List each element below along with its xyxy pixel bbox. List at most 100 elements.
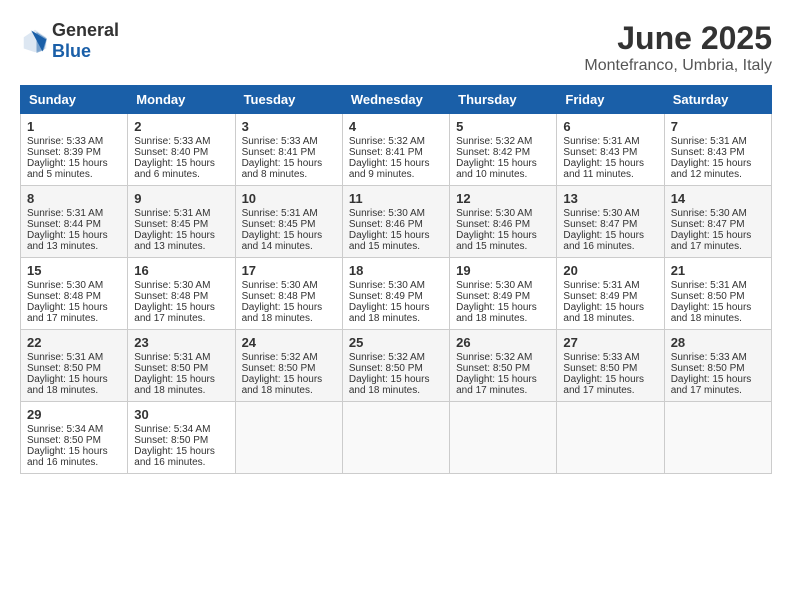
sunrise-text: Sunrise: 5:30 AM — [349, 208, 425, 219]
page-header: General Blue June 2025 Montefranco, Umbr… — [20, 20, 772, 75]
sunset-text: Sunset: 8:44 PM — [27, 219, 101, 230]
daylight-text: Daylight: 15 hours and 15 minutes. — [456, 230, 537, 252]
column-header-monday: Monday — [128, 86, 235, 114]
calendar-cell: 20 Sunrise: 5:31 AM Sunset: 8:49 PM Dayl… — [557, 258, 664, 330]
logo: General Blue — [20, 20, 119, 62]
sunset-text: Sunset: 8:46 PM — [349, 219, 423, 230]
calendar-cell: 26 Sunrise: 5:32 AM Sunset: 8:50 PM Dayl… — [450, 330, 557, 402]
day-number: 24 — [242, 335, 336, 350]
sunset-text: Sunset: 8:47 PM — [563, 219, 637, 230]
sunrise-text: Sunrise: 5:30 AM — [27, 280, 103, 291]
daylight-text: Daylight: 15 hours and 16 minutes. — [27, 446, 108, 468]
daylight-text: Daylight: 15 hours and 12 minutes. — [671, 158, 752, 180]
daylight-text: Daylight: 15 hours and 18 minutes. — [242, 374, 323, 396]
day-number: 17 — [242, 263, 336, 278]
daylight-text: Daylight: 15 hours and 11 minutes. — [563, 158, 644, 180]
calendar-cell: 30 Sunrise: 5:34 AM Sunset: 8:50 PM Dayl… — [128, 402, 235, 474]
daylight-text: Daylight: 15 hours and 14 minutes. — [242, 230, 323, 252]
calendar-table: SundayMondayTuesdayWednesdayThursdayFrid… — [20, 85, 772, 474]
column-header-sunday: Sunday — [21, 86, 128, 114]
sunrise-text: Sunrise: 5:33 AM — [27, 136, 103, 147]
logo-blue: Blue — [52, 41, 91, 61]
day-number: 23 — [134, 335, 228, 350]
sunset-text: Sunset: 8:42 PM — [456, 147, 530, 158]
calendar-cell: 10 Sunrise: 5:31 AM Sunset: 8:45 PM Dayl… — [235, 186, 342, 258]
calendar-cell: 12 Sunrise: 5:30 AM Sunset: 8:46 PM Dayl… — [450, 186, 557, 258]
day-number: 18 — [349, 263, 443, 278]
column-header-friday: Friday — [557, 86, 664, 114]
daylight-text: Daylight: 15 hours and 16 minutes. — [134, 446, 215, 468]
daylight-text: Daylight: 15 hours and 10 minutes. — [456, 158, 537, 180]
daylight-text: Daylight: 15 hours and 18 minutes. — [671, 302, 752, 324]
day-number: 9 — [134, 191, 228, 206]
daylight-text: Daylight: 15 hours and 8 minutes. — [242, 158, 323, 180]
sunrise-text: Sunrise: 5:33 AM — [242, 136, 318, 147]
month-title: June 2025 — [584, 20, 772, 57]
sunset-text: Sunset: 8:39 PM — [27, 147, 101, 158]
logo-text: General Blue — [52, 20, 119, 62]
sunset-text: Sunset: 8:50 PM — [134, 435, 208, 446]
sunset-text: Sunset: 8:45 PM — [134, 219, 208, 230]
calendar-cell — [342, 402, 449, 474]
daylight-text: Daylight: 15 hours and 16 minutes. — [563, 230, 644, 252]
daylight-text: Daylight: 15 hours and 13 minutes. — [134, 230, 215, 252]
daylight-text: Daylight: 15 hours and 17 minutes. — [563, 374, 644, 396]
calendar-cell: 24 Sunrise: 5:32 AM Sunset: 8:50 PM Dayl… — [235, 330, 342, 402]
calendar-cell: 1 Sunrise: 5:33 AM Sunset: 8:39 PM Dayli… — [21, 114, 128, 186]
calendar-cell: 21 Sunrise: 5:31 AM Sunset: 8:50 PM Dayl… — [664, 258, 771, 330]
calendar-cell: 6 Sunrise: 5:31 AM Sunset: 8:43 PM Dayli… — [557, 114, 664, 186]
day-number: 12 — [456, 191, 550, 206]
calendar-week-1: 1 Sunrise: 5:33 AM Sunset: 8:39 PM Dayli… — [21, 114, 772, 186]
sunset-text: Sunset: 8:50 PM — [671, 291, 745, 302]
daylight-text: Daylight: 15 hours and 18 minutes. — [27, 374, 108, 396]
sunset-text: Sunset: 8:50 PM — [349, 363, 423, 374]
sunrise-text: Sunrise: 5:32 AM — [456, 352, 532, 363]
calendar-week-5: 29 Sunrise: 5:34 AM Sunset: 8:50 PM Dayl… — [21, 402, 772, 474]
sunrise-text: Sunrise: 5:33 AM — [134, 136, 210, 147]
sunrise-text: Sunrise: 5:30 AM — [456, 280, 532, 291]
calendar-cell — [450, 402, 557, 474]
sunrise-text: Sunrise: 5:31 AM — [563, 280, 639, 291]
day-number: 6 — [563, 119, 657, 134]
calendar-cell: 18 Sunrise: 5:30 AM Sunset: 8:49 PM Dayl… — [342, 258, 449, 330]
sunrise-text: Sunrise: 5:31 AM — [671, 136, 747, 147]
day-number: 20 — [563, 263, 657, 278]
sunrise-text: Sunrise: 5:32 AM — [349, 136, 425, 147]
sunset-text: Sunset: 8:49 PM — [349, 291, 423, 302]
daylight-text: Daylight: 15 hours and 18 minutes. — [456, 302, 537, 324]
sunset-text: Sunset: 8:41 PM — [349, 147, 423, 158]
sunset-text: Sunset: 8:48 PM — [134, 291, 208, 302]
day-number: 4 — [349, 119, 443, 134]
daylight-text: Daylight: 15 hours and 17 minutes. — [27, 302, 108, 324]
sunset-text: Sunset: 8:50 PM — [27, 435, 101, 446]
sunset-text: Sunset: 8:41 PM — [242, 147, 316, 158]
sunset-text: Sunset: 8:49 PM — [456, 291, 530, 302]
calendar-cell: 16 Sunrise: 5:30 AM Sunset: 8:48 PM Dayl… — [128, 258, 235, 330]
daylight-text: Daylight: 15 hours and 17 minutes. — [671, 230, 752, 252]
column-header-tuesday: Tuesday — [235, 86, 342, 114]
calendar-cell: 23 Sunrise: 5:31 AM Sunset: 8:50 PM Dayl… — [128, 330, 235, 402]
daylight-text: Daylight: 15 hours and 18 minutes. — [134, 374, 215, 396]
day-number: 5 — [456, 119, 550, 134]
day-number: 11 — [349, 191, 443, 206]
calendar-week-3: 15 Sunrise: 5:30 AM Sunset: 8:48 PM Dayl… — [21, 258, 772, 330]
sunrise-text: Sunrise: 5:31 AM — [27, 352, 103, 363]
sunset-text: Sunset: 8:45 PM — [242, 219, 316, 230]
sunset-text: Sunset: 8:48 PM — [27, 291, 101, 302]
day-number: 10 — [242, 191, 336, 206]
sunset-text: Sunset: 8:47 PM — [671, 219, 745, 230]
daylight-text: Daylight: 15 hours and 13 minutes. — [27, 230, 108, 252]
sunrise-text: Sunrise: 5:32 AM — [456, 136, 532, 147]
calendar-cell: 28 Sunrise: 5:33 AM Sunset: 8:50 PM Dayl… — [664, 330, 771, 402]
sunset-text: Sunset: 8:48 PM — [242, 291, 316, 302]
sunrise-text: Sunrise: 5:32 AM — [242, 352, 318, 363]
calendar-cell: 27 Sunrise: 5:33 AM Sunset: 8:50 PM Dayl… — [557, 330, 664, 402]
sunrise-text: Sunrise: 5:31 AM — [134, 352, 210, 363]
calendar-cell: 25 Sunrise: 5:32 AM Sunset: 8:50 PM Dayl… — [342, 330, 449, 402]
calendar-cell — [557, 402, 664, 474]
calendar-cell: 13 Sunrise: 5:30 AM Sunset: 8:47 PM Dayl… — [557, 186, 664, 258]
day-number: 8 — [27, 191, 121, 206]
title-section: June 2025 Montefranco, Umbria, Italy — [584, 20, 772, 75]
column-header-wednesday: Wednesday — [342, 86, 449, 114]
day-number: 14 — [671, 191, 765, 206]
